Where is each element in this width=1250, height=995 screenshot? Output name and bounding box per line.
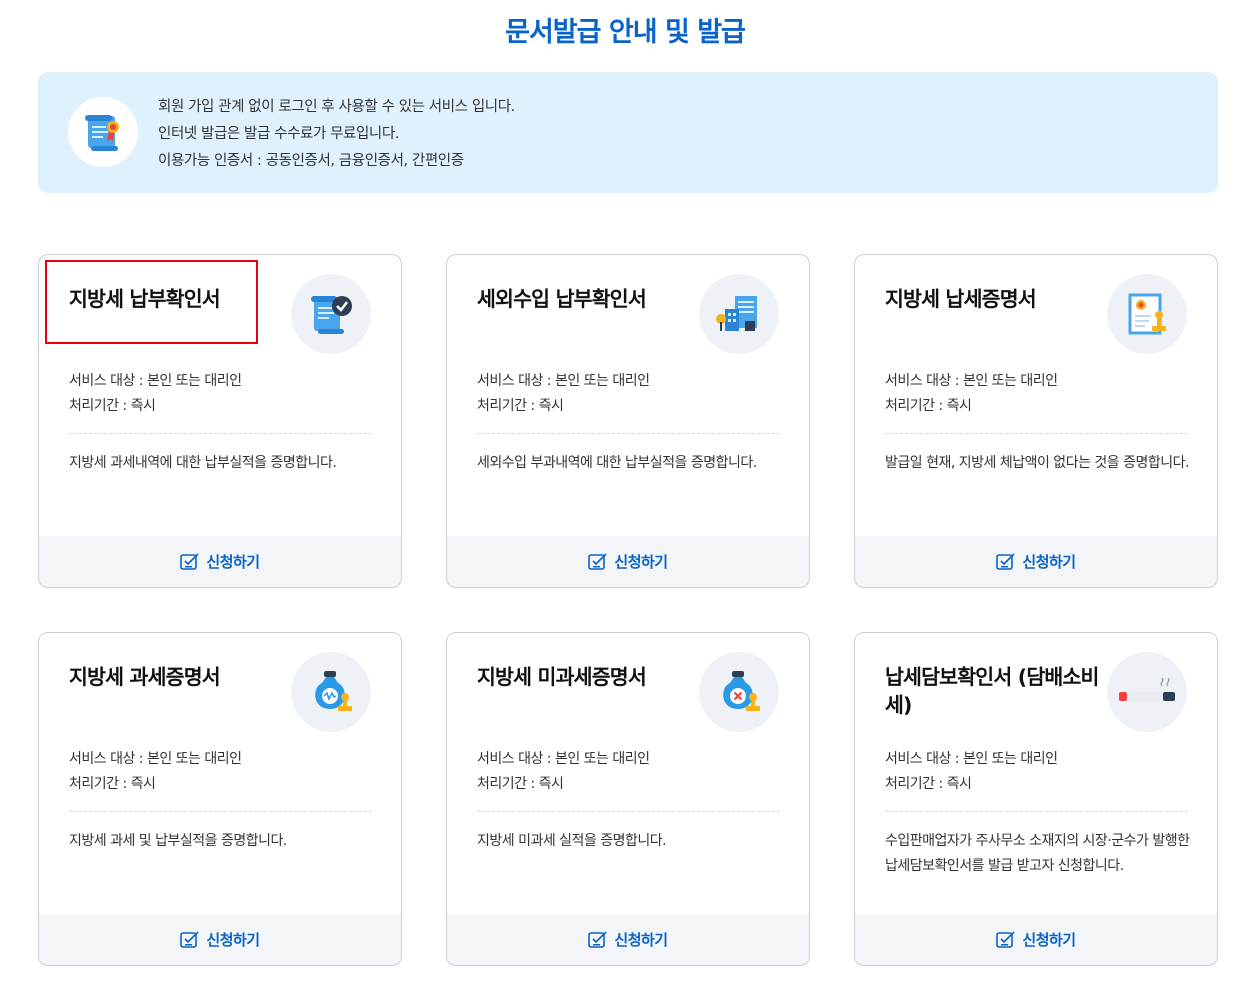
info-line: 회원 가입 관계 없이 로그인 후 사용할 수 있는 서비스 입니다. [158, 99, 515, 115]
apply-button-content[interactable]: 신청하기 [180, 929, 260, 950]
card-title: 지방세 미과세증명서 [477, 665, 647, 689]
service-target: 서비스 대상 : 본인 또는 대리인 [69, 751, 242, 767]
processing-period: 처리기간 : 즉시 [477, 776, 564, 792]
apply-label: 신청하기 [614, 931, 668, 949]
divider [69, 433, 372, 434]
card-description: 지방세 미과세 실적을 증명합니다. [477, 833, 667, 849]
card-title: 지방세 납세증명서 [885, 287, 1037, 311]
card-description: 발급일 현재, 지방세 체납액이 없다는 것을 증명합니다. [885, 455, 1189, 471]
divider [477, 811, 780, 812]
processing-period: 처리기간 : 즉시 [69, 776, 156, 792]
apply-button[interactable]: 신청하기 [855, 536, 1217, 587]
money-bag-stamp-icon [291, 652, 371, 732]
card-local-tax-assessment-certificate: 지방세 과세증명서 서비스 대상 : 본인 또는 대리인 처리기간 : 즉시 지… [38, 632, 402, 966]
card-meta: 서비스 대상 : 본인 또는 대리인 처리기간 : 즉시 [885, 369, 1058, 419]
apply-button-content[interactable]: 신청하기 [588, 929, 668, 950]
service-target: 서비스 대상 : 본인 또는 대리인 [477, 751, 650, 767]
apply-label: 신청하기 [1022, 553, 1076, 571]
edit-form-icon [996, 930, 1015, 948]
processing-period: 처리기간 : 즉시 [69, 398, 156, 414]
card-meta: 서비스 대상 : 본인 또는 대리인 처리기간 : 즉시 [69, 747, 242, 797]
info-line: 인터넷 발급은 발급 수수료가 무료입니다. [158, 126, 400, 142]
apply-button-content[interactable]: 신청하기 [180, 551, 260, 572]
apply-button[interactable]: 신청하기 [447, 914, 809, 965]
card-title: 세외수입 납부확인서 [477, 287, 647, 311]
apply-button-content[interactable]: 신청하기 [996, 551, 1076, 572]
card-title: 납세담보확인서 (담배소비세) [885, 665, 1099, 717]
service-target: 서비스 대상 : 본인 또는 대리인 [885, 373, 1058, 389]
card-description: 세외수입 부과내역에 대한 납부실적을 증명합니다. [477, 455, 757, 471]
building-document-icon [699, 274, 779, 354]
apply-label: 신청하기 [206, 553, 260, 571]
apply-label: 신청하기 [614, 553, 668, 571]
card-description: 지방세 과세 및 납부실적을 증명합니다. [69, 833, 287, 849]
card-meta: 서비스 대상 : 본인 또는 대리인 처리기간 : 즉시 [885, 747, 1058, 797]
highlight-box [45, 260, 258, 344]
service-target: 서비스 대상 : 본인 또는 대리인 [477, 373, 650, 389]
divider [69, 811, 372, 812]
certificate-stamp-icon [1107, 274, 1187, 354]
card-meta: 서비스 대상 : 본인 또는 대리인 처리기간 : 즉시 [477, 747, 650, 797]
processing-period: 처리기간 : 즉시 [885, 776, 972, 792]
edit-form-icon [588, 930, 607, 948]
service-target: 서비스 대상 : 본인 또는 대리인 [69, 373, 242, 389]
apply-button-content[interactable]: 신청하기 [588, 551, 668, 572]
edit-form-icon [996, 552, 1015, 570]
divider [885, 811, 1188, 812]
service-target: 서비스 대상 : 본인 또는 대리인 [885, 751, 1058, 767]
card-description: 수입판매업자가 주사무소 소재지의 시장·군수가 발행한 납세담보확인서를 발급… [885, 833, 1190, 874]
card-local-tax-non-assessment-certificate: 지방세 미과세증명서 서비스 대상 : 본인 또는 대리인 처리기간 : 즉시 … [446, 632, 810, 966]
card-meta: 서비스 대상 : 본인 또는 대리인 처리기간 : 즉시 [69, 369, 242, 419]
edit-form-icon [180, 930, 199, 948]
card-local-tax-payment-certificate: 지방세 납세증명서 서비스 대상 : 본인 또는 대리인 처리기간 : 즉시 발… [854, 254, 1218, 588]
divider [477, 433, 780, 434]
edit-form-icon [588, 552, 607, 570]
apply-button[interactable]: 신청하기 [39, 914, 401, 965]
scroll-check-icon [291, 274, 371, 354]
money-bag-cancel-icon [699, 652, 779, 732]
service-info-box: 회원 가입 관계 없이 로그인 후 사용할 수 있는 서비스 입니다. 인터넷 … [38, 72, 1218, 193]
apply-label: 신청하기 [1022, 931, 1076, 949]
info-lines: 회원 가입 관계 없이 로그인 후 사용할 수 있는 서비스 입니다. 인터넷 … [158, 94, 515, 175]
apply-label: 신청하기 [206, 931, 260, 949]
info-line: 이용가능 인증서 : 공동인증서, 금융인증서, 간편인증 [158, 153, 464, 169]
card-tax-collateral-confirmation-tobacco: 납세담보확인서 (담배소비세) 서비스 대상 : 본인 또는 대리인 처리기간 … [854, 632, 1218, 966]
card-title: 지방세 과세증명서 [69, 665, 221, 689]
card-non-tax-revenue-payment-confirmation: 세외수입 납부확인서 서비스 대상 : 본인 또는 대리인 처리기간 : 즉시 … [446, 254, 810, 588]
divider [885, 433, 1188, 434]
certificate-scroll-icon [68, 97, 138, 167]
cigarette-icon [1107, 652, 1187, 732]
page-title: 문서발급 안내 및 발급 [505, 17, 746, 48]
apply-button[interactable]: 신청하기 [855, 914, 1217, 965]
apply-button[interactable]: 신청하기 [447, 536, 809, 587]
processing-period: 처리기간 : 즉시 [477, 398, 564, 414]
card-description: 지방세 과세내역에 대한 납부실적을 증명합니다. [69, 455, 337, 471]
card-meta: 서비스 대상 : 본인 또는 대리인 처리기간 : 즉시 [477, 369, 650, 419]
processing-period: 처리기간 : 즉시 [885, 398, 972, 414]
edit-form-icon [180, 552, 199, 570]
apply-button-content[interactable]: 신청하기 [996, 929, 1076, 950]
apply-button[interactable]: 신청하기 [39, 536, 401, 587]
